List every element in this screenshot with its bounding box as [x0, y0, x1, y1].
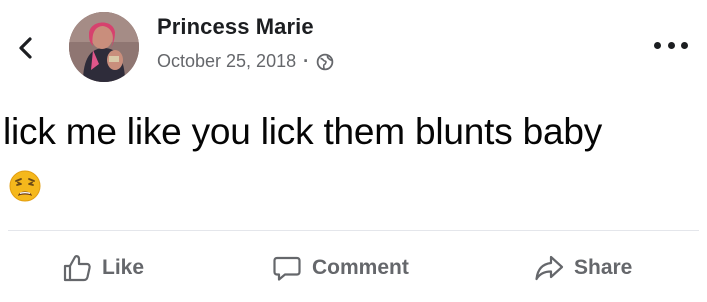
more-dot-icon: [681, 41, 688, 49]
comment-button[interactable]: Comment: [272, 253, 409, 283]
like-button[interactable]: Like: [62, 253, 144, 283]
post-text: lick me like you lick them blunts baby: [3, 111, 603, 152]
post-meta: October 25, 2018 ·: [157, 51, 334, 72]
thumbs-up-icon: [63, 255, 91, 282]
avatar[interactable]: [69, 12, 139, 82]
more-dot-icon: [654, 41, 661, 49]
more-options-button[interactable]: [654, 38, 688, 52]
share-label: Share: [574, 256, 633, 279]
post-date[interactable]: October 25, 2018: [157, 51, 296, 72]
comment-bubble-icon: [273, 256, 301, 281]
weary-face-emoji-icon: [9, 170, 41, 202]
meta-separator: ·: [303, 51, 310, 71]
like-label: Like: [102, 256, 145, 279]
more-dot-icon: [667, 41, 675, 49]
action-bar: Like Comment Share: [0, 231, 707, 302]
share-arrow-icon: [535, 255, 564, 281]
profile-photo: [69, 12, 139, 82]
share-button[interactable]: Share: [534, 253, 632, 283]
globe-icon: [316, 53, 334, 70]
comment-label: Comment: [312, 256, 409, 279]
chevron-left-icon: [19, 37, 32, 59]
back-button[interactable]: [14, 36, 38, 60]
author-name[interactable]: Princess Marie: [157, 14, 314, 40]
